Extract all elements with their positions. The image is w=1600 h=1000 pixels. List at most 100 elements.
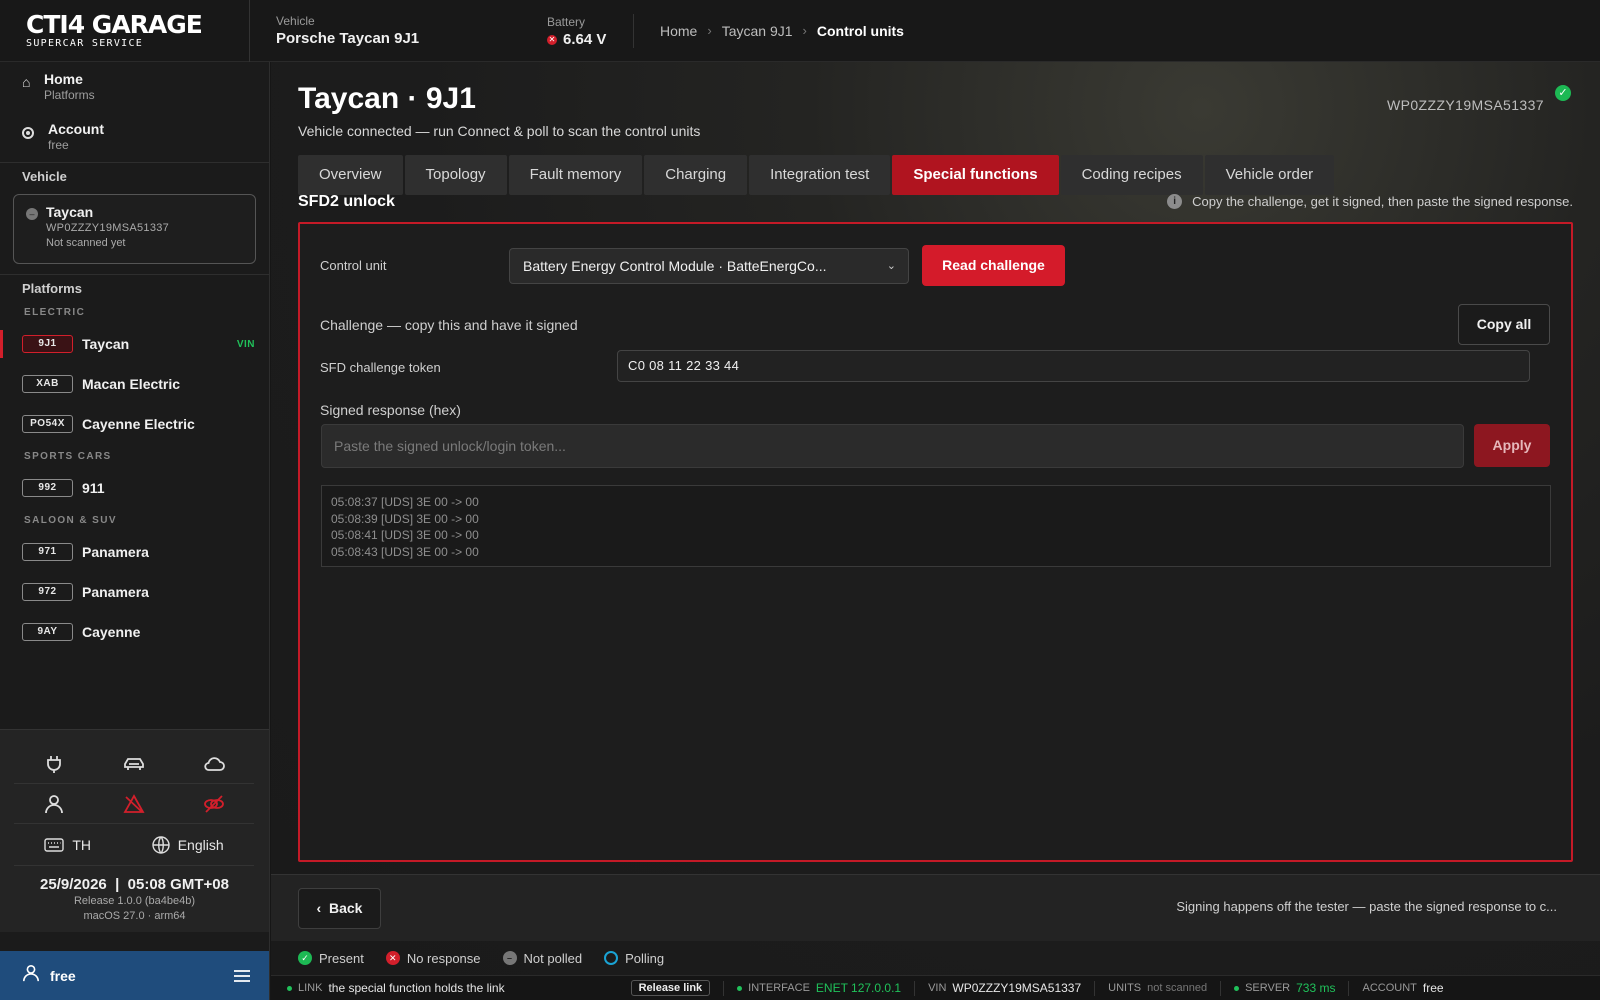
sidebar-item-home[interactable]: ⌂ Home Platforms [0,62,269,112]
tab-integration-test[interactable]: Integration test [749,155,891,195]
account-label: ACCOUNT [1362,982,1417,994]
log-line: 05:08:39 [UDS] 3E 00 -> 00 [331,511,479,526]
account-value: free [1422,981,1444,995]
home-subtitle: Platforms [44,88,95,102]
check-icon: ✓ [298,951,312,965]
info-icon: i [1167,194,1183,209]
user-icon[interactable] [14,784,94,824]
os-info: macOS 27.0 · arm64 [83,910,186,922]
release-info: Release 1.0.0 (ba4be4b) [73,895,196,907]
platform-item-971[interactable]: 971 Panamera [0,532,269,572]
platform-item-9j1[interactable]: 9J1 Taycan VIN [0,324,269,364]
chevron-down-icon: ⌄ [886,260,896,272]
copy-all-button[interactable]: Copy all [1458,304,1550,345]
menu-icon[interactable] [233,969,251,988]
legend-present: ✓ Present [298,951,364,966]
platform-item-9ay[interactable]: 9AY Cayenne [0,612,269,652]
platform-name: Taycan [82,336,130,352]
tab-fault-memory[interactable]: Fault memory [508,155,643,195]
section-title: SFD2 unlock [298,193,395,210]
warning-off-icon[interactable] [94,784,174,824]
platform-item-po54x[interactable]: PO54X Cayenne Electric [0,404,269,444]
date-value: 25/9/2026 [40,876,107,893]
vehicle-section-label: Vehicle [0,162,269,190]
vehicle-card-vin: WP0ZZZY19MSA51337 [46,222,170,234]
interface-value: ENET 127.0.0.1 [815,981,902,995]
legend-not-polled: – Not polled [502,950,583,966]
platform-name: Panamera [82,584,149,600]
platform-item-972[interactable]: 972 Panamera [0,572,269,612]
link-label: LINK [298,982,323,994]
chevron-right-icon: › [707,23,712,38]
log-line: 05:08:41 [UDS] 3E 00 -> 00 [331,528,479,542]
apply-button[interactable]: Apply [1474,424,1550,467]
signed-response-input[interactable] [321,424,1464,468]
breadcrumb: Home › Taycan 9J1 › Control units [634,23,904,39]
platform-item-xab[interactable]: XAB Macan Electric [0,364,269,404]
control-unit-select[interactable]: Battery Energy Control Module · BatteEne… [509,248,909,284]
server-label: SERVER [1245,982,1291,994]
legend-polling: Polling [604,951,664,966]
spinner-icon [604,951,619,965]
status-account: ACCOUNT free [1349,981,1456,996]
platform-name: Cayenne Electric [82,416,195,432]
chevron-left-icon: ‹ [316,900,322,916]
log-line: 05:08:43 [UDS] 3E 00 -> 00 [331,544,479,559]
platform-name: Panamera [82,544,149,560]
globe-icon [152,835,170,854]
legend-label: Polling [625,950,665,966]
breadcrumb-current: Control units [816,22,904,39]
breadcrumb-home[interactable]: Home [660,23,697,39]
user-bar[interactable]: free [0,951,269,1000]
legend-label: Not polled [523,950,583,966]
user-name: free [50,967,76,984]
tab-topology[interactable]: Topology [404,155,507,195]
brand-logo[interactable]: CTI4 GARAGE SUPERCAR SERVICE [0,0,250,62]
read-challenge-button[interactable]: Read challenge [922,245,1065,286]
group-label-saloon: SALOON & SUV [24,515,117,526]
challenge-token-field[interactable]: C0 08 11 22 33 44 [617,350,1530,382]
tab-coding-recipes[interactable]: Coding recipes [1060,155,1203,195]
account-subtitle: free [48,138,69,152]
token-label: SFD challenge token [320,360,441,375]
breadcrumb-vehicle[interactable]: Taycan 9J1 [722,23,793,39]
platforms-section-label: Platforms [0,274,269,302]
page-title: Taycan · 9J1 [298,82,476,115]
vehicle-vin: WP0ZZZY19MSA51337 [1387,97,1544,113]
connected-check-icon: ✓ [1555,85,1571,101]
main-content: Taycan · 9J1 Vehicle connected — run Con… [271,62,1600,1000]
language-button[interactable]: English [152,835,224,854]
home-title: Home [44,71,83,87]
server-ok-icon [1234,985,1240,991]
section-hint: i Copy the challenge, get it signed, the… [1167,194,1573,209]
vehicle-value: Porsche Taycan 9J1 [276,29,420,47]
tab-overview[interactable]: Overview [298,155,403,195]
log-line: 05:08:37 [UDS] 3E 00 -> 00 [331,495,479,509]
vehicle-label: Vehicle [276,13,315,28]
tab-vehicle-order[interactable]: Vehicle order [1204,155,1335,195]
tab-bar: Overview Topology Fault memory Charging … [298,155,1335,195]
plug-icon[interactable] [14,744,94,784]
section-hint-text: Copy the challenge, get it signed, then … [1192,194,1573,209]
control-unit-label: Control unit [320,258,387,273]
not-polled-icon: – [26,208,38,220]
back-label: Back [328,900,363,916]
platform-item-992[interactable]: 992 911 [0,468,269,508]
back-button[interactable]: ‹ Back [298,888,381,929]
group-label-sports: SPORTS CARS [24,451,112,462]
link-off-icon[interactable] [174,784,254,824]
time-value: 05:08 GMT+08 [127,876,229,893]
battery-indicator: Battery ✕ 6.64 V [522,13,634,48]
tab-charging[interactable]: Charging [644,155,748,195]
page-subtitle: Vehicle connected — run Connect & poll t… [298,123,701,139]
tab-special-functions[interactable]: Special functions [892,155,1059,195]
release-link-button[interactable]: Release link [630,980,711,996]
vehicle-card[interactable]: – Taycan WP0ZZZY19MSA51337 Not scanned y… [13,194,256,264]
sidebar-item-account[interactable]: Account free [0,112,269,162]
keyboard-layout-button[interactable]: TH [44,837,91,853]
footer-note: Signing happens off the tester — paste t… [1176,899,1557,914]
status-link: LINK the special function holds the link… [287,980,725,996]
keyboard-icon [44,837,65,852]
car-icon[interactable] [94,744,174,784]
cloud-icon[interactable] [174,744,254,784]
